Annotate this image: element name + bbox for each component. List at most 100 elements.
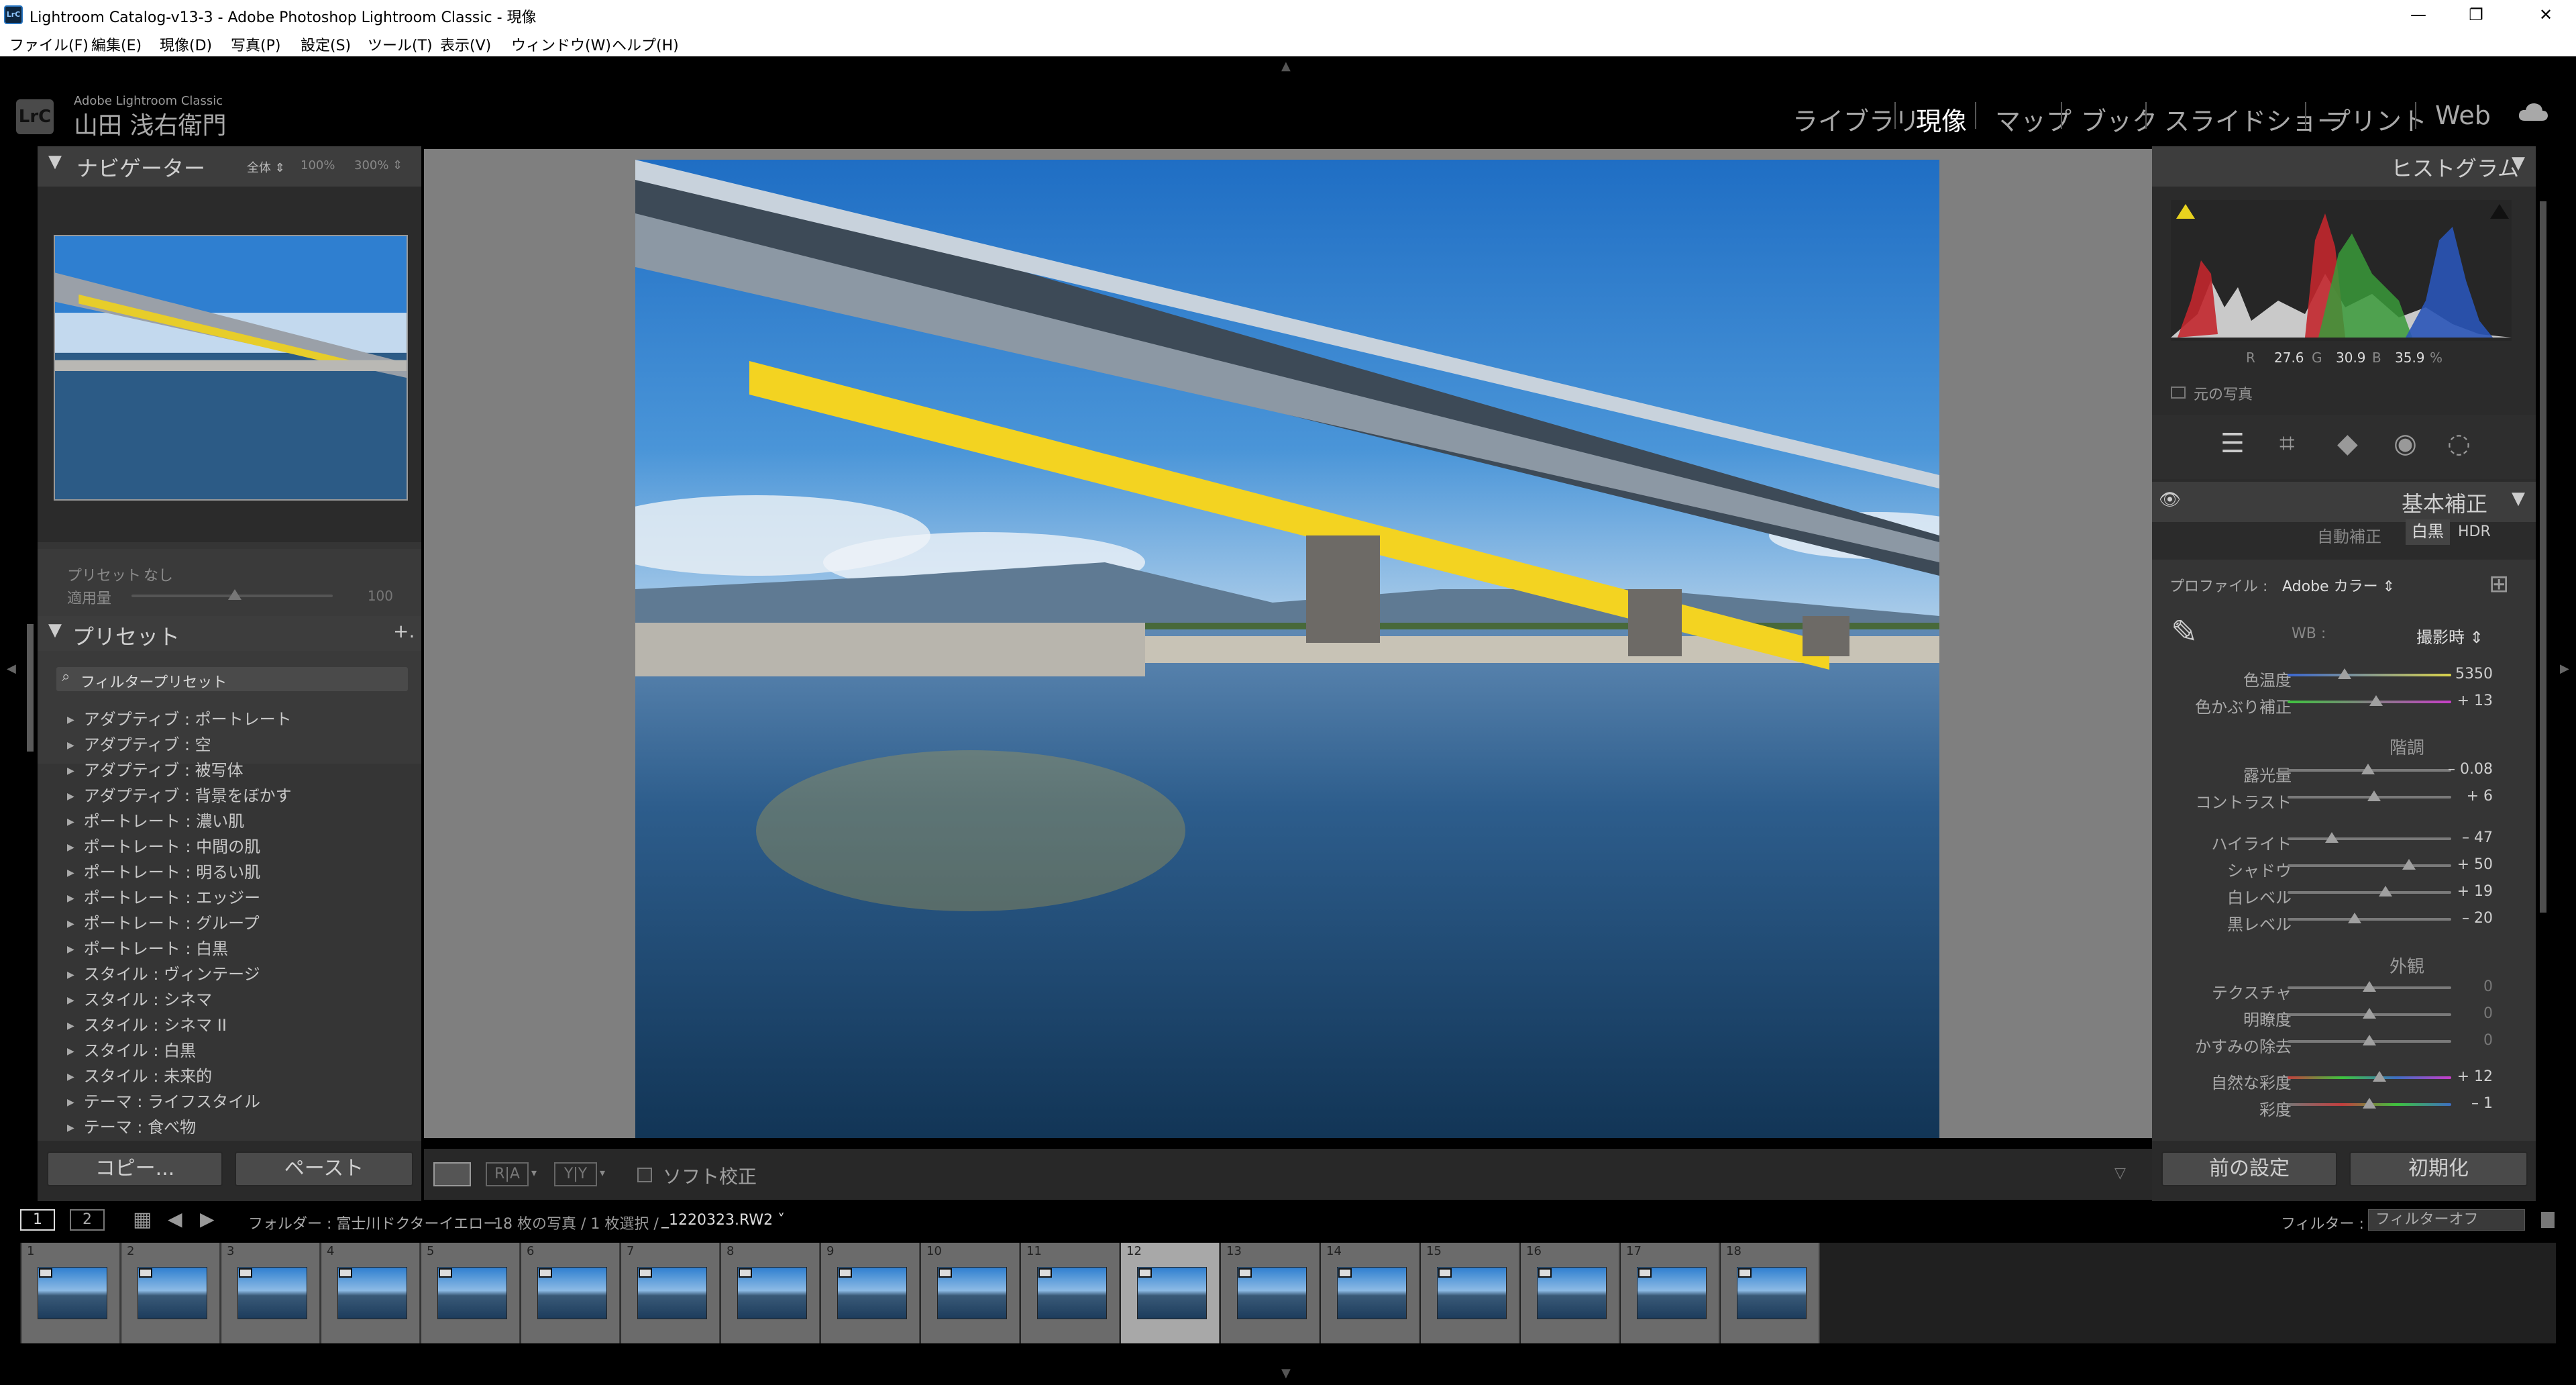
slider-knob[interactable] [2402, 859, 2416, 870]
histogram-header[interactable]: ヒストグラム ▼ [2152, 146, 2536, 187]
filmstrip-thumbnail[interactable]: 2 [121, 1243, 221, 1343]
slider-value[interactable]: – 20 [2432, 910, 2493, 927]
module-print[interactable]: プリント [2325, 101, 2427, 138]
module-map[interactable]: マップ [1995, 101, 2072, 138]
slider-knob[interactable] [2369, 695, 2383, 706]
filmstrip-thumbnail[interactable]: 10 [921, 1243, 1020, 1343]
maximize-button[interactable]: ❐ [2453, 3, 2500, 27]
right-panel-scrollbar[interactable] [2540, 201, 2546, 913]
before-after-lr-icon[interactable]: R|A [486, 1162, 529, 1186]
preset-item[interactable]: ポートレート : 中間の肌 [67, 833, 260, 857]
healing-icon[interactable]: ◆ [2337, 428, 2358, 459]
menu-file[interactable]: ファイル(F) [9, 34, 89, 55]
amount-slider-knob[interactable] [228, 589, 241, 600]
slider-knob[interactable] [2363, 1008, 2376, 1019]
filmstrip-thumbnail[interactable]: 3 [221, 1243, 321, 1343]
filmstrip-thumbnail[interactable]: 12 [1121, 1243, 1220, 1343]
filmstrip-thumbnail[interactable]: 5 [421, 1243, 521, 1343]
filmstrip-thumbnail[interactable]: 18 [1721, 1243, 1820, 1343]
secondary-window-button[interactable]: 2 [70, 1209, 105, 1231]
slider-track[interactable] [2288, 918, 2451, 921]
preset-item[interactable]: アダプティブ : 被写体 [67, 757, 244, 780]
filter-lock-icon[interactable] [2541, 1212, 2555, 1228]
preset-item[interactable]: アダプティブ : ポートレート [67, 706, 292, 729]
slider-value[interactable]: + 13 [2432, 692, 2493, 709]
bw-button[interactable]: 白黒 [2406, 519, 2450, 545]
preset-item[interactable]: ポートレート : エッジー [67, 884, 260, 908]
slider-track[interactable] [2288, 891, 2451, 894]
module-library[interactable]: ライブラリ [1792, 101, 1920, 138]
slider-value[interactable]: + 12 [2432, 1068, 2493, 1085]
slider-value[interactable]: + 19 [2432, 883, 2493, 900]
menu-settings[interactable]: 設定(S) [301, 34, 351, 55]
soft-proof-checkbox[interactable] [637, 1168, 652, 1182]
menu-edit[interactable]: 編集(E) [91, 34, 142, 55]
add-preset-button[interactable]: +. [393, 620, 415, 642]
slider-knob[interactable] [2363, 981, 2376, 992]
slider-knob[interactable] [2361, 764, 2375, 774]
slider-knob[interactable] [2367, 790, 2381, 801]
module-slideshow[interactable]: スライドショー [2164, 101, 2343, 138]
close-button[interactable]: ✕ [2522, 3, 2569, 27]
before-after-yy-icon[interactable]: Y|Y [554, 1162, 597, 1186]
preset-item[interactable]: スタイル : シネマ II [67, 1012, 227, 1035]
folder-path[interactable]: フォルダー : 富士川ドクターイエロー [248, 1212, 498, 1233]
primary-window-button[interactable]: 1 [20, 1209, 55, 1231]
filmstrip-thumbnail[interactable]: 1 [21, 1243, 121, 1343]
filmstrip-thumbnail[interactable]: 4 [321, 1243, 421, 1343]
slider-value[interactable]: 0 [2432, 1005, 2493, 1022]
slider-value[interactable]: 0 [2432, 1032, 2493, 1049]
menu-photo[interactable]: 写真(P) [231, 34, 280, 55]
forward-arrow-icon[interactable]: ▶ [200, 1208, 215, 1230]
presets-header[interactable]: ▼ プリセット +. [38, 616, 421, 651]
filmstrip-thumbnail[interactable]: 14 [1321, 1243, 1420, 1343]
wb-dropdown[interactable]: 撮影時 ⇕ [2416, 624, 2483, 648]
original-photo-checkbox[interactable] [2171, 387, 2186, 399]
menu-window[interactable]: ウィンドウ(W) [511, 34, 611, 55]
slider-knob[interactable] [2348, 913, 2362, 923]
slider-value[interactable]: – 0.08 [2432, 761, 2493, 778]
preset-item[interactable]: スタイル : ヴィンテージ [67, 961, 260, 984]
slider-knob[interactable] [2363, 1098, 2376, 1109]
preset-item[interactable]: ポートレート : 白黒 [67, 935, 228, 959]
profile-browser-icon[interactable]: ⊞ [2489, 570, 2509, 598]
back-arrow-icon[interactable]: ◀ [168, 1208, 182, 1230]
preset-item[interactable]: ポートレート : グループ [67, 910, 260, 933]
menu-develop[interactable]: 現像(D) [160, 34, 212, 55]
cloud-icon[interactable] [2517, 101, 2549, 126]
slider-value[interactable]: – 1 [2432, 1095, 2493, 1112]
preset-item[interactable]: ポートレート : 濃い肌 [67, 808, 244, 831]
menu-tools[interactable]: ツール(T) [368, 34, 433, 55]
slider-knob[interactable] [2363, 1035, 2376, 1045]
auto-button[interactable]: 自動補正 [2317, 523, 2381, 547]
preset-item[interactable]: ポートレート : 明るい肌 [67, 859, 260, 882]
preset-item[interactable]: アダプティブ : 空 [67, 731, 211, 755]
preset-item[interactable]: スタイル : 未来的 [67, 1063, 212, 1086]
wb-eyedropper-icon[interactable]: ✎ [2171, 613, 2214, 656]
chevron-down-icon[interactable]: ▾ [531, 1166, 537, 1179]
chevron-down-icon[interactable]: ▾ [600, 1166, 605, 1179]
slider-track[interactable] [2288, 837, 2451, 840]
main-photo[interactable] [635, 160, 1939, 1138]
adjustments-icon[interactable]: ☰ [2220, 428, 2245, 459]
filmstrip-thumbnail[interactable]: 16 [1521, 1243, 1620, 1343]
filmstrip-thumbnail[interactable]: 8 [721, 1243, 820, 1343]
grid-icon[interactable]: ▦ [133, 1208, 152, 1231]
highlight-clipping-icon[interactable] [2490, 204, 2509, 219]
slider-track[interactable] [2288, 674, 2451, 676]
zoom-100[interactable]: 100% [301, 158, 335, 172]
shadow-clipping-icon[interactable] [2176, 204, 2195, 219]
filmstrip-thumbnail[interactable]: 6 [521, 1243, 621, 1343]
filmstrip-thumbnail[interactable]: 13 [1221, 1243, 1320, 1343]
left-panel-collapse-icon[interactable]: ◀ [7, 662, 16, 676]
filmstrip-thumbnail[interactable]: 9 [821, 1243, 920, 1343]
preset-item[interactable]: テーマ : ライフスタイル [67, 1088, 260, 1112]
previous-settings-button[interactable]: 前の設定 [2161, 1151, 2337, 1186]
menu-help[interactable]: ヘルプ(H) [612, 34, 679, 55]
top-panel-toggle-icon[interactable]: ▲ [1281, 59, 1291, 73]
navigator-preview[interactable] [54, 235, 408, 501]
basic-header[interactable]: 👁 基本補正 ▼ [2152, 482, 2536, 522]
reset-button[interactable]: 初期化 [2349, 1151, 2528, 1186]
redeye-icon[interactable]: ◉ [2394, 428, 2417, 459]
module-develop[interactable]: 現像 [1916, 101, 1967, 138]
